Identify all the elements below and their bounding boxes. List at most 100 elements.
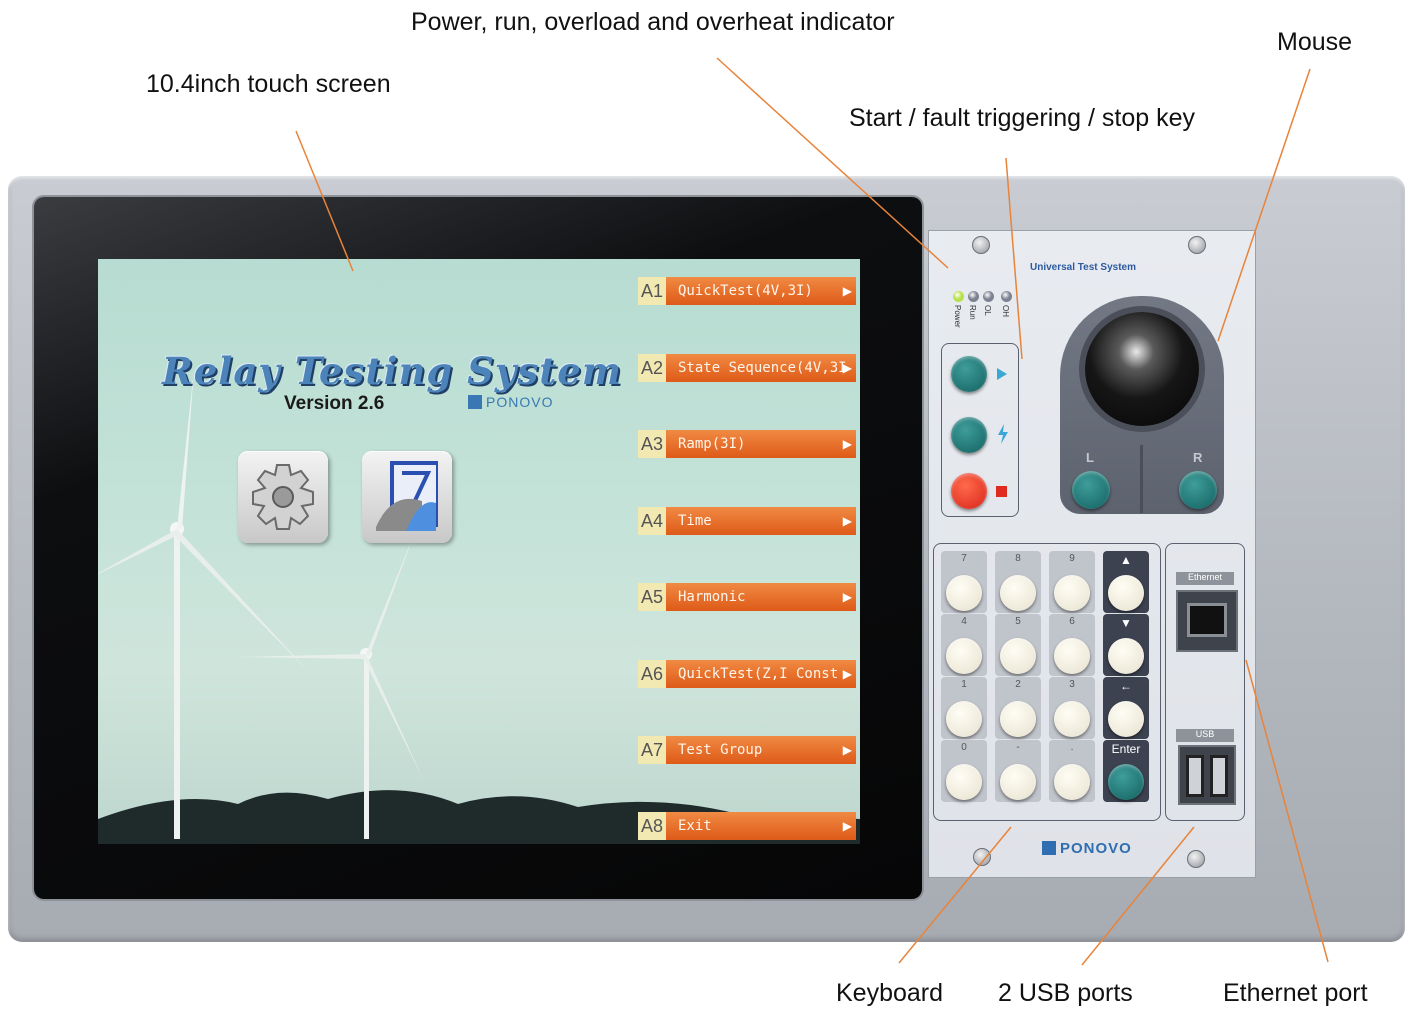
keypad-cell: Enter [1103,740,1149,802]
gear-icon[interactable] [238,451,328,543]
menu-item-label: Harmonic [666,583,856,611]
keypad-cell: 0 [941,740,987,802]
keypad-label: 9 [1069,553,1075,564]
panel-brand-logo: PONOVO [1042,840,1132,857]
app-version: Version 2.6 [284,393,385,414]
screw-icon [1187,850,1205,868]
keypad-label: 7 [961,553,967,564]
keypad-cell: 9 [1049,551,1095,613]
menu-item-label: Time [666,507,856,535]
usb-ports[interactable] [1178,745,1236,805]
keypad-label: . [1070,742,1074,753]
chevron-right-icon: ▶ [842,361,852,375]
play-icon [997,368,1007,380]
menu-item-label: Ramp(3I) [666,430,856,458]
backspace-key[interactable] [1108,701,1144,737]
stop-button[interactable] [951,473,987,509]
keypad-label: 6 [1069,616,1075,627]
key-6[interactable] [1054,638,1090,674]
keypad-label: - [1016,742,1020,753]
callout-mouse: Mouse [1277,28,1353,56]
callout-keys: Start / fault triggering / stop key [849,104,1195,132]
keypad-label: Enter [1111,742,1141,756]
keypad-cell: 7 [941,551,987,613]
keypad-cell: 4 [941,614,987,676]
keypad-label: 2 [1015,679,1021,690]
chevron-right-icon: ▶ [842,284,852,298]
keypad-cell: ▲ [1103,551,1149,613]
keypad-label: ← [1120,679,1132,693]
mouse-right-label: R [1193,450,1203,465]
mouse-right-button[interactable] [1179,471,1217,509]
app-brand-logo: PONOVO [468,394,553,410]
chevron-right-icon: ▶ [842,437,852,451]
menu-item-a1[interactable]: A1 QuickTest(4V,3I) ▶ [638,277,856,305]
key-2[interactable] [1000,701,1036,737]
led-label-oh: OH [1001,305,1010,317]
app-title: Relay Testing System [162,349,622,393]
touch-screen[interactable]: Relay Testing System Version 2.6 PONOVO … [98,259,860,844]
chevron-right-icon: ▶ [842,667,852,681]
document-icon[interactable] [362,451,452,543]
power-led [953,291,964,302]
chevron-right-icon: ▶ [842,514,852,528]
fault-trigger-button[interactable] [951,417,987,453]
key-5[interactable] [1000,638,1036,674]
menu-item-a2[interactable]: A2 State Sequence(4V,3I ▶ [638,354,856,382]
menu-item-a6[interactable]: A6 QuickTest(Z,I Const ▶ [638,660,856,688]
screw-icon [1188,236,1206,254]
key-4[interactable] [946,638,982,674]
key-0[interactable] [946,764,982,800]
key-3[interactable] [1054,701,1090,737]
keypad-cell: 5 [995,614,1041,676]
down-arrow-key[interactable] [1108,638,1144,674]
keypad-label: 8 [1015,553,1021,564]
callout-usb: 2 USB ports [998,979,1133,1007]
overload-led [983,291,994,302]
up-arrow-key[interactable] [1108,575,1144,611]
dot-key[interactable] [1054,764,1090,800]
callout-ethernet: Ethernet port [1223,979,1368,1007]
keypad-label: ▼ [1120,616,1132,630]
keypad-cell: 1 [941,677,987,739]
chevron-right-icon: ▶ [842,819,852,833]
keypad-cell: 8 [995,551,1041,613]
keypad-label: 4 [961,616,967,627]
chevron-right-icon: ▶ [842,743,852,757]
menu-item-a8[interactable]: A8 Exit ▶ [638,812,856,840]
lightning-icon [998,424,1008,444]
key-8[interactable] [1000,575,1036,611]
trackball[interactable] [1085,312,1199,426]
keypad-cell: . [1049,740,1095,802]
chevron-right-icon: ▶ [842,590,852,604]
key-1[interactable] [946,701,982,737]
usb-label: USB [1176,729,1234,742]
keypad-cell: 2 [995,677,1041,739]
led-label-run: Run [968,305,977,320]
callout-keyboard: Keyboard [836,979,944,1007]
led-label-ol: OL [983,305,992,316]
menu-item-a5[interactable]: A5 Harmonic ▶ [638,583,856,611]
menu-item-label: QuickTest(4V,3I) [666,277,856,305]
keypad-cell: ▼ [1103,614,1149,676]
run-led [968,291,979,302]
screw-icon [973,848,991,866]
key-7[interactable] [946,575,982,611]
keypad-label: 5 [1015,616,1021,627]
menu-item-a4[interactable]: A4 Time ▶ [638,507,856,535]
start-button[interactable] [951,356,987,392]
keypad-label: ▲ [1120,553,1132,567]
key-9[interactable] [1054,575,1090,611]
led-label-power: Power [953,305,962,328]
minus-key[interactable] [1000,764,1036,800]
keypad-label: 3 [1069,679,1075,690]
ethernet-port[interactable] [1176,590,1238,652]
mouse-left-button[interactable] [1072,471,1110,509]
callout-touch-screen: 10.4inch touch screen [146,70,391,98]
mouse-button-divider [1140,445,1143,513]
menu-item-a7[interactable]: A7 Test Group ▶ [638,736,856,764]
keypad-label: 1 [961,679,967,690]
enter-key[interactable] [1108,764,1144,800]
menu-item-a3[interactable]: A3 Ramp(3I) ▶ [638,430,856,458]
keypad-cell: 3 [1049,677,1095,739]
